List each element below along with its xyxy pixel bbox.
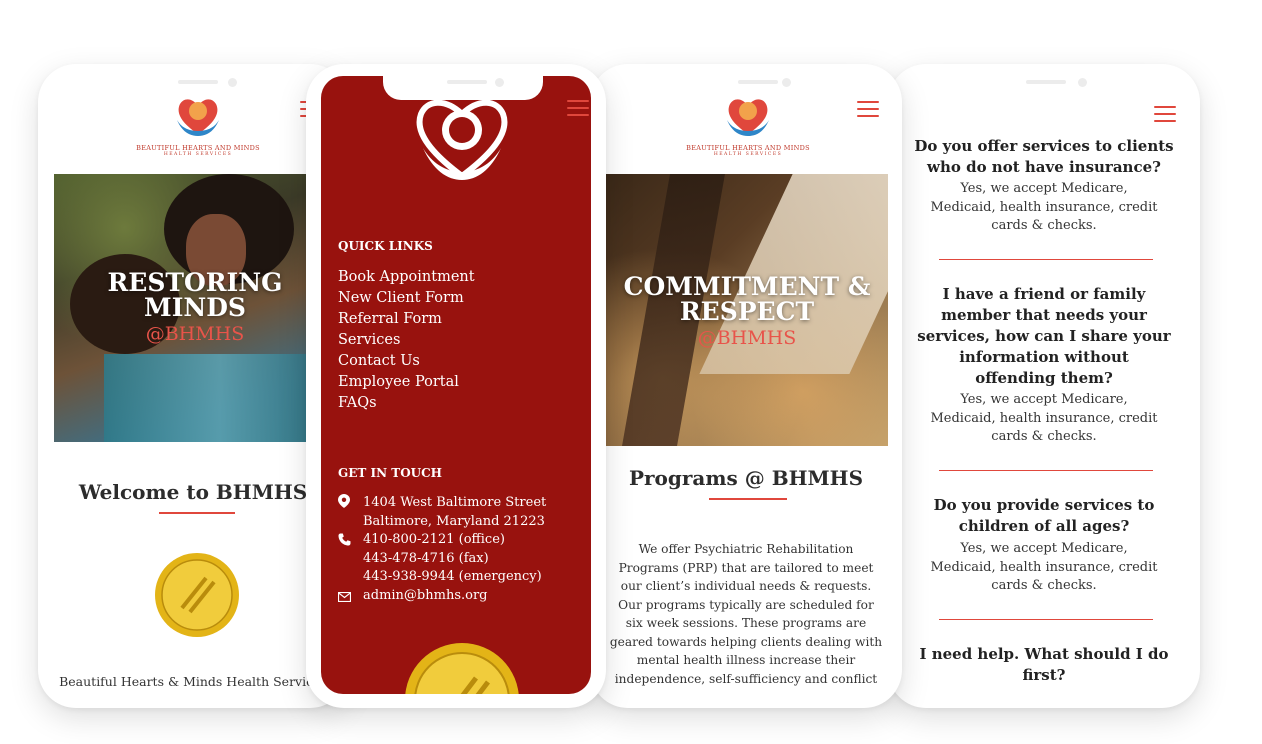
- brand-name: BEAUTIFUL HEARTS AND MINDS: [686, 144, 810, 152]
- title-underline: [159, 512, 235, 514]
- logo-icon: [727, 99, 769, 136]
- faq-answer-1: Yes, we accept Medicare, Medicaid, healt…: [930, 181, 1158, 233]
- phone-camera: [228, 78, 237, 87]
- hero-subtitle: @BHMHS: [145, 323, 245, 345]
- phone-camera: [1078, 78, 1087, 87]
- menu-icon[interactable]: [857, 101, 879, 117]
- quick-link-services[interactable]: Services: [338, 330, 400, 351]
- quick-link-new-client-form[interactable]: New Client Form: [338, 288, 464, 309]
- address[interactable]: 1404 West Baltimore Street Baltimore, Ma…: [363, 494, 546, 531]
- faq-question-3: Do you provide services to children of a…: [933, 496, 1155, 535]
- quick-link-referral-form[interactable]: Referral Form: [338, 309, 442, 330]
- faq-divider: [939, 619, 1153, 620]
- hero-title: COMMITMENT & RESPECT: [623, 272, 871, 326]
- hero-banner: COMMITMENT & RESPECT @BHMHS: [606, 174, 888, 446]
- menu-icon[interactable]: [1154, 106, 1176, 122]
- brand-subtitle: HEALTH SERVICES: [163, 152, 233, 157]
- hero-title: RESTORING MINDS: [107, 268, 283, 322]
- hero-dress: [104, 354, 336, 442]
- phone-numbers[interactable]: 410-800-2121 (office) 443-478-4716 (fax)…: [363, 531, 542, 587]
- email-link[interactable]: admin@bhmhs.org: [363, 587, 488, 606]
- faq-answer-3: Yes, we accept Medicare, Medicaid, healt…: [930, 541, 1158, 593]
- hero-banner: RESTORING MINDS @BHMHS: [54, 174, 336, 442]
- quick-link-employee-portal[interactable]: Employee Portal: [338, 372, 459, 393]
- quick-link-contact-us[interactable]: Contact Us: [338, 351, 420, 372]
- welcome-title: Welcome to BHMHS: [78, 480, 308, 504]
- programs-description: We offer Psychiatric Rehabilitation Prog…: [609, 542, 883, 686]
- faq-answer-2: Yes, we accept Medicare, Medicaid, healt…: [930, 392, 1158, 444]
- phone-speaker: [178, 80, 218, 84]
- title-underline: [709, 498, 787, 500]
- quick-links-heading: QUICK LINKS: [338, 239, 433, 253]
- joint-commission-seal: [155, 553, 239, 637]
- phone-speaker: [1026, 80, 1066, 84]
- brand-subtitle: HEALTH SERVICES: [713, 152, 783, 157]
- brand-name: BEAUTIFUL HEARTS AND MINDS: [136, 144, 260, 152]
- programs-title: Programs @ BHMHS: [628, 466, 864, 490]
- get-in-touch-heading: GET IN TOUCH: [338, 466, 442, 480]
- phone-icon: [338, 533, 351, 546]
- logo[interactable]: BEAUTIFUL HEARTS AND MINDS HEALTH SERVIC…: [136, 94, 260, 157]
- quick-link-faqs[interactable]: FAQs: [338, 393, 377, 414]
- faq-question-2: I have a friend or family member that ne…: [917, 285, 1171, 387]
- mail-icon: [338, 592, 351, 602]
- phone-camera: [495, 78, 504, 87]
- faq-question-1: Do you offer services to clients who do …: [914, 137, 1174, 176]
- location-pin-icon: [338, 494, 350, 508]
- quick-link-book-appointment[interactable]: Book Appointment: [338, 267, 475, 288]
- phone-menu: QUICK LINKS Book Appointment New Client …: [306, 64, 606, 708]
- logo-icon[interactable]: [407, 88, 517, 188]
- faq-divider: [939, 259, 1153, 260]
- logo-icon: [177, 99, 219, 136]
- phone-faq: Do you offer services to clients who do …: [888, 64, 1200, 708]
- phone-camera: [782, 78, 791, 87]
- menu-icon[interactable]: [567, 100, 589, 116]
- joint-commission-seal: [405, 643, 519, 694]
- footer-text: Beautiful Hearts & Minds Health Services: [59, 674, 327, 689]
- phone-speaker: [738, 80, 778, 84]
- menu-screen: QUICK LINKS Book Appointment New Client …: [321, 76, 591, 694]
- faq-question-4: I need help. What should I do first?: [919, 645, 1169, 684]
- phone-home: BEAUTIFUL HEARTS AND MINDS HEALTH SERVIC…: [38, 64, 348, 708]
- faq-divider: [939, 470, 1153, 471]
- logo[interactable]: BEAUTIFUL HEARTS AND MINDS HEALTH SERVIC…: [686, 94, 810, 157]
- phone-programs: BEAUTIFUL HEARTS AND MINDS HEALTH SERVIC…: [590, 64, 902, 708]
- phone-speaker: [447, 80, 487, 84]
- hero-subtitle: @BHMHS: [697, 327, 797, 349]
